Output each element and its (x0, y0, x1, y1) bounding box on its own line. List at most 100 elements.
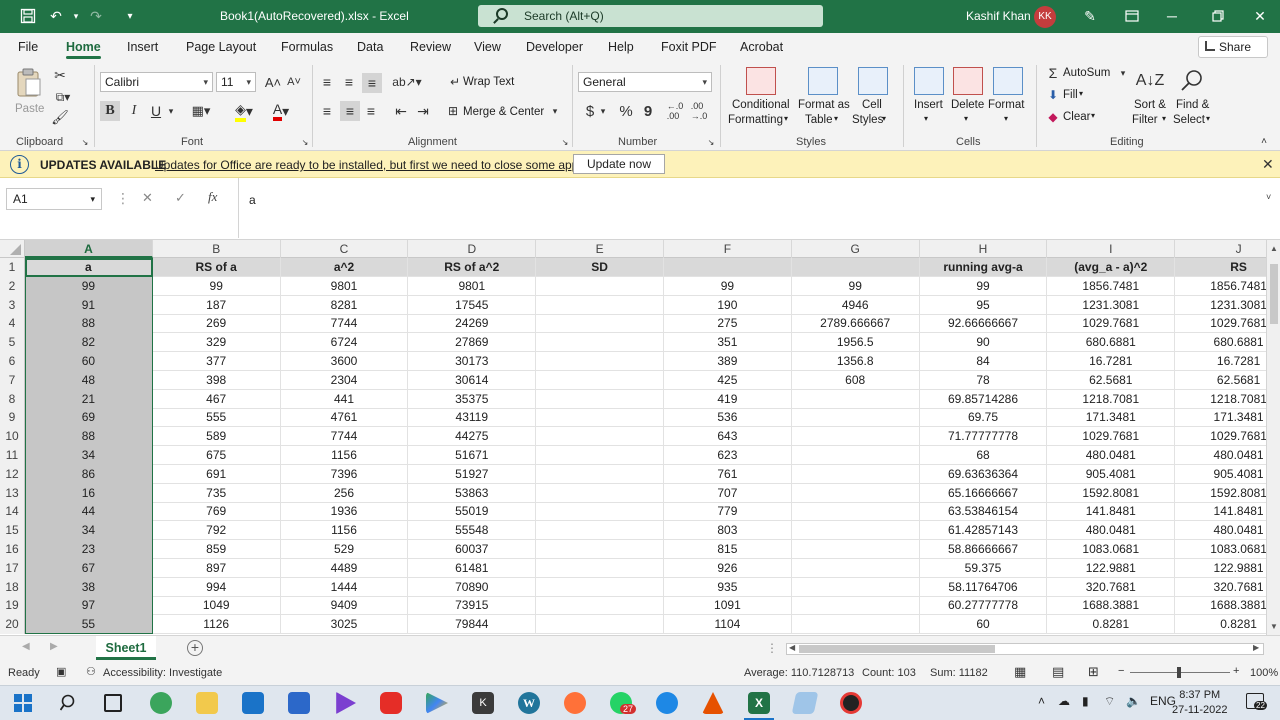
cell-b2[interactable]: 99 (153, 276, 281, 296)
cell-g20[interactable] (792, 615, 920, 635)
cell-j10[interactable]: 1029.7681 (1175, 427, 1266, 446)
page-break-view-icon[interactable]: ⊞ (1088, 664, 1099, 680)
cell-j19[interactable]: 1688.3881 (1175, 596, 1266, 615)
cell-h18[interactable]: 58.11764706 (920, 577, 1048, 597)
align-center-icon[interactable]: ≡ (340, 101, 360, 121)
alignment-launcher-icon[interactable]: ↘ (560, 137, 570, 147)
bold-button[interactable]: B (100, 101, 120, 121)
cell-f18[interactable]: 935 (664, 577, 792, 597)
align-right-icon[interactable]: ≡ (362, 101, 380, 121)
pen-icon[interactable]: ✎ (1080, 6, 1100, 26)
insert-function-icon[interactable]: fx (208, 189, 217, 205)
clear-caret-icon[interactable]: ▾ (1091, 111, 1095, 120)
row-header[interactable]: 11 (0, 446, 25, 465)
cell-g8[interactable] (792, 389, 920, 409)
save-icon[interactable] (18, 6, 38, 26)
cell-f20[interactable]: 1104 (664, 615, 792, 635)
cell-e14[interactable] (536, 502, 664, 522)
align-top-icon[interactable]: ≡ (318, 73, 336, 91)
cloud-icon[interactable]: ☁ (1058, 694, 1070, 708)
row-header[interactable]: 8 (0, 389, 25, 409)
borders-icon[interactable]: ▦▾ (188, 101, 214, 121)
cell-i1[interactable]: (avg_a - a)^2 (1047, 258, 1176, 277)
cell-d10[interactable]: 44275 (408, 427, 537, 447)
row-header[interactable]: 15 (0, 521, 25, 541)
merge-center-button[interactable]: Merge & Center (463, 106, 544, 118)
close-icon[interactable]: ✕ (1262, 156, 1274, 173)
search-input[interactable]: Search (Alt+Q) (478, 5, 823, 27)
wordpress-icon[interactable]: W (518, 692, 540, 714)
store-icon[interactable] (288, 692, 310, 714)
scroll-up-icon[interactable]: ▲ (1270, 244, 1278, 253)
cell-d7[interactable]: 30614 (408, 370, 537, 390)
cell-b18[interactable]: 994 (153, 577, 281, 597)
cut-icon[interactable]: ✂ (52, 67, 68, 83)
column-header-j[interactable]: J (1175, 240, 1266, 258)
autosum-button[interactable]: AutoSum (1063, 67, 1110, 79)
conditional-formatting-button[interactable]: Conditional Formatting ▾ (728, 67, 794, 135)
cell-f3[interactable]: 190 (664, 295, 792, 315)
cell-i13[interactable]: 1592.8081 (1047, 483, 1176, 503)
tab-review[interactable]: Review (410, 40, 451, 54)
column-header-g[interactable]: G (792, 240, 920, 258)
fill-color-icon[interactable]: ◈ ▾ (230, 101, 258, 122)
cell-i11[interactable]: 480.0481 (1047, 446, 1176, 465)
cell-e10[interactable] (536, 427, 664, 447)
cell-i3[interactable]: 1231.3081 (1047, 295, 1176, 315)
cell-h4[interactable]: 92.66666667 (920, 314, 1048, 334)
decrease-decimal-icon[interactable]: .00 →.0 (688, 101, 710, 121)
media-player-icon[interactable] (336, 692, 356, 714)
excel-taskbar-icon[interactable]: X (748, 692, 770, 714)
fill-button[interactable]: Fill (1063, 89, 1078, 101)
cell-e18[interactable] (536, 577, 664, 597)
cell-i4[interactable]: 1029.7681 (1047, 314, 1176, 334)
copy-icon[interactable]: ⧉▾ (52, 89, 74, 105)
cell-g13[interactable] (792, 483, 920, 503)
spreadsheet-grid[interactable]: ABCDEFGHIJ 1 a RS of a a^2 RS of a^2 SD runnin… (0, 240, 1266, 635)
screen-recorder-icon[interactable] (840, 692, 862, 714)
cell-f1[interactable] (664, 258, 792, 277)
restore-icon[interactable] (1208, 6, 1228, 26)
page-layout-view-icon[interactable]: ▤ (1052, 664, 1064, 680)
cell-i19[interactable]: 1688.3881 (1047, 596, 1176, 616)
underline-button[interactable]: U (146, 101, 166, 121)
row-header[interactable]: 18 (0, 577, 25, 597)
tab-view[interactable]: View (474, 40, 501, 54)
tab-data[interactable]: Data (357, 40, 383, 54)
sheet-tab-sheet1[interactable]: Sheet1 (96, 636, 156, 660)
cell-f6[interactable]: 389 (664, 352, 792, 371)
align-left-icon[interactable]: ≡ (318, 101, 336, 121)
formula-input[interactable]: a (238, 178, 1268, 238)
cell-h9[interactable]: 69.75 (920, 408, 1048, 428)
row-header[interactable]: 10 (0, 427, 25, 447)
update-message-link[interactable]: Updates for Office are ready to be insta… (155, 158, 588, 172)
cell-b15[interactable]: 792 (153, 521, 281, 541)
tab-insert[interactable]: Insert (127, 40, 158, 54)
cell-a14[interactable]: 44 (25, 502, 153, 522)
currency-button[interactable]: $ (582, 101, 598, 121)
row-header[interactable]: 13 (0, 483, 25, 503)
cell-g11[interactable] (792, 446, 920, 465)
cell-a1[interactable]: a (25, 258, 153, 277)
undo-dropdown-icon[interactable]: ▾ (66, 6, 86, 26)
update-now-button[interactable]: Update now (573, 154, 665, 174)
accessibility-status[interactable]: Accessibility: Investigate (103, 667, 222, 679)
cell-h15[interactable]: 61.42857143 (920, 521, 1048, 541)
cell-j11[interactable]: 480.0481 (1175, 446, 1266, 465)
cell-g5[interactable]: 1956.5 (792, 333, 920, 353)
tab-file[interactable]: File (18, 40, 38, 54)
cell-h1[interactable]: running avg-a (920, 258, 1048, 277)
cell-j14[interactable]: 141.8481 (1175, 502, 1266, 521)
increase-indent-icon[interactable]: ⇥ (414, 101, 432, 121)
enter-icon[interactable]: ✓ (175, 190, 186, 206)
cell-a6[interactable]: 60 (25, 352, 153, 371)
column-header-i[interactable]: I (1047, 240, 1176, 258)
scroll-down-icon[interactable]: ▼ (1270, 622, 1278, 631)
cell-i2[interactable]: 1856.7481 (1047, 276, 1176, 296)
cell-j9[interactable]: 171.3481 (1175, 408, 1266, 427)
row-header[interactable]: 3 (0, 295, 25, 315)
cell-f13[interactable]: 707 (664, 483, 792, 503)
cell-c9[interactable]: 4761 (281, 408, 409, 428)
cell-a10[interactable]: 88 (25, 427, 153, 447)
cell-a5[interactable]: 82 (25, 333, 153, 353)
